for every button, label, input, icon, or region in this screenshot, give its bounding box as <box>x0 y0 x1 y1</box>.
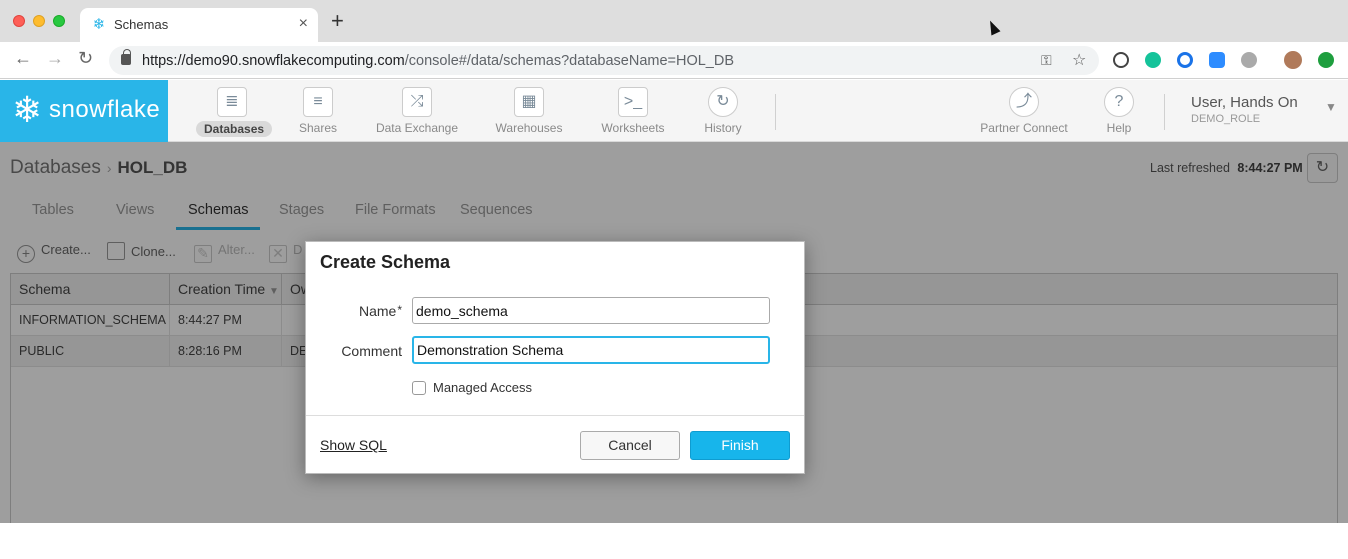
extension-gray-icon[interactable] <box>1241 52 1257 68</box>
extension-info-icon[interactable] <box>1113 52 1129 68</box>
dialog-divider <box>306 415 804 416</box>
nav-label: Shares <box>298 121 338 135</box>
show-sql-link[interactable]: Show SQL <box>320 437 387 453</box>
snowflake-favicon-icon: ❄ <box>92 16 106 33</box>
shuffle-icon: ⤮ <box>402 87 432 117</box>
nav-label: Databases <box>196 121 273 137</box>
zoom-icon[interactable] <box>1209 52 1225 68</box>
shares-icon: ≡ <box>303 87 333 117</box>
nav-label: Warehouses <box>495 121 563 135</box>
snowflake-logo-icon: ❄ <box>12 89 43 130</box>
browser-tabstrip: ❄ Schemas × + <box>0 0 1348 42</box>
nav-history[interactable]: ↻ History <box>700 80 746 142</box>
browser-tab[interactable]: ❄ Schemas × <box>80 8 318 42</box>
schema-comment-input[interactable] <box>412 336 770 364</box>
grammarly-icon[interactable] <box>1145 52 1161 68</box>
nav-shares[interactable]: ≡ Shares <box>290 80 346 142</box>
nav-divider <box>775 94 776 130</box>
reload-icon[interactable]: ↻ <box>78 48 93 69</box>
dialog-title: Create Schema <box>320 252 451 272</box>
user-role: DEMO_ROLE <box>1191 113 1261 125</box>
nav-data-exchange[interactable]: ⤮ Data Exchange <box>372 80 462 142</box>
nav-help[interactable]: ? Help <box>1100 80 1138 142</box>
tab-title: Schemas <box>114 17 169 32</box>
name-label: Name* <box>358 303 402 319</box>
chevron-down-icon[interactable]: ▼ <box>1325 100 1337 114</box>
window-minimize-button[interactable] <box>33 15 45 27</box>
update-icon[interactable] <box>1318 52 1334 68</box>
window-zoom-button[interactable] <box>53 15 65 27</box>
nav-label: Help <box>1106 121 1132 135</box>
forward-arrow-icon[interactable]: → <box>46 48 64 69</box>
tab-close-icon[interactable]: × <box>299 15 308 33</box>
partner-icon: ⤴ <box>1009 87 1039 117</box>
address-bar[interactable]: https://demo90.snowflakecomputing.com/co… <box>109 46 1099 75</box>
nav-label: History <box>704 121 742 135</box>
url-text: https://demo90.snowflakecomputing.com/co… <box>142 53 735 69</box>
nav-divider <box>1164 94 1165 130</box>
create-schema-dialog: Create Schema Name* Comment Managed Acce… <box>305 241 805 474</box>
terminal-icon: >_ <box>618 87 648 117</box>
new-tab-button[interactable]: + <box>331 10 344 32</box>
nav-databases[interactable]: ≣ Databases <box>196 80 273 142</box>
nav-label: Worksheets <box>601 121 665 135</box>
key-icon[interactable]: ⚿ <box>1041 52 1052 69</box>
nav-warehouses[interactable]: ▦ Warehouses <box>492 80 566 142</box>
window-close-button[interactable] <box>13 15 25 27</box>
torn-edge <box>0 523 1348 559</box>
help-icon: ? <box>1104 87 1134 117</box>
nav-label: Data Exchange <box>375 121 459 135</box>
nav-label: Partner Connect <box>980 121 1068 135</box>
managed-access-label[interactable]: Managed Access <box>433 380 532 395</box>
snowflake-logo[interactable]: ❄ snowflake <box>0 80 168 142</box>
cancel-button[interactable]: Cancel <box>580 431 680 460</box>
logo-text: snowflake <box>49 96 161 123</box>
user-name[interactable]: User, Hands On <box>1191 94 1298 111</box>
nav-worksheets[interactable]: >_ Worksheets <box>598 80 668 142</box>
back-arrow-icon[interactable]: ← <box>14 48 32 69</box>
managed-access-checkbox[interactable] <box>412 381 426 395</box>
star-icon[interactable]: ☆ <box>1072 50 1086 70</box>
profile-avatar[interactable] <box>1284 51 1302 69</box>
extension-circle-icon[interactable] <box>1177 52 1193 68</box>
grid-icon: ▦ <box>514 87 544 117</box>
history-icon: ↻ <box>708 87 738 117</box>
comment-label: Comment <box>341 343 402 359</box>
finish-button[interactable]: Finish <box>690 431 790 460</box>
database-icon: ≣ <box>217 87 247 117</box>
lock-icon <box>121 49 131 65</box>
schema-name-input[interactable] <box>412 297 770 324</box>
nav-partner-connect[interactable]: ⤴ Partner Connect <box>978 80 1070 142</box>
app-header: ❄ snowflake ≣ Databases ≡ Shares ⤮ Data … <box>0 80 1348 142</box>
mouse-cursor-icon <box>985 18 1001 36</box>
